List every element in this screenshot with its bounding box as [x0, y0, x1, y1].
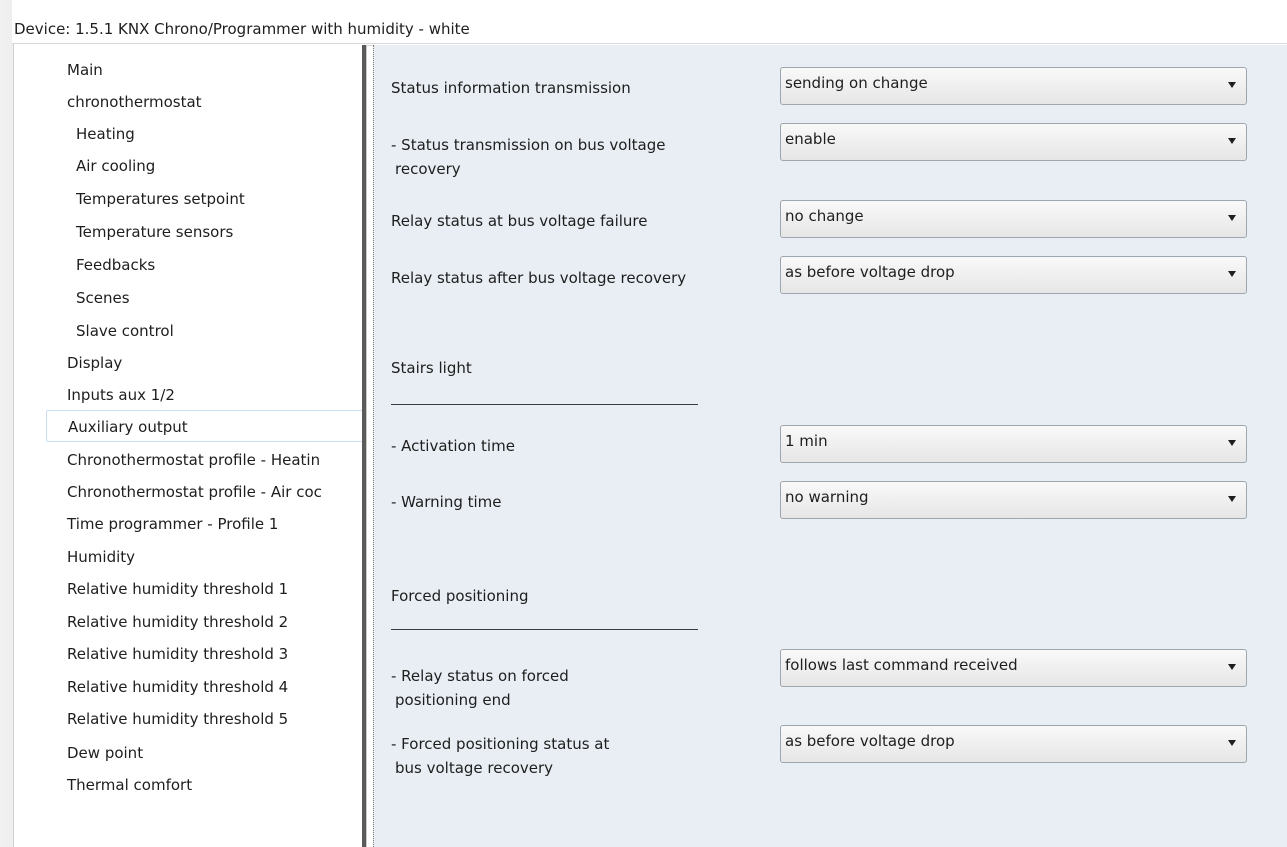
forced-recovery-dropdown[interactable]: as before voltage drop [780, 725, 1247, 763]
section-divider [391, 404, 698, 405]
dropdown-value: follows last command received [785, 656, 1018, 674]
parameter-tree: Main chronothermostat Heating Air coolin… [14, 45, 362, 847]
dropdown-value: as before voltage drop [785, 732, 955, 750]
parameter-panel: Status information transmission sending … [373, 45, 1287, 847]
tree-item-auxiliary-output[interactable]: Auxiliary output [46, 410, 362, 442]
tree-item-chrono-profile-air-cooling[interactable]: Chronothermostat profile - Air coc [14, 476, 322, 508]
param-label-relay-recovery: Relay status after bus voltage recovery [391, 269, 687, 287]
param-label-status-recovery: - Status transmission on bus voltage rec… [391, 133, 751, 181]
tree-item-slave-control[interactable]: Slave control [14, 315, 174, 347]
title-bar: Device: 1.5.1 KNX Chrono/Programmer with… [12, 0, 1287, 44]
dropdown-arrow-icon [1228, 440, 1236, 446]
tree-item-temperatures-setpoint[interactable]: Temperatures setpoint [14, 183, 245, 215]
param-label-forced-recovery: - Forced positioning status at bus volta… [391, 732, 751, 780]
relay-recovery-dropdown[interactable]: as before voltage drop [780, 256, 1247, 294]
dropdown-value: 1 min [785, 432, 828, 450]
dropdown-value: no change [785, 207, 864, 225]
tree-item-rh-threshold-3[interactable]: Relative humidity threshold 3 [14, 638, 288, 670]
tree-item-rh-threshold-2[interactable]: Relative humidity threshold 2 [14, 606, 288, 638]
tree-item-heating[interactable]: Heating [14, 118, 135, 150]
param-label-forced-end: - Relay status on forced positioning end [391, 664, 751, 712]
status-recovery-dropdown[interactable]: enable [780, 123, 1247, 161]
tree-item-chrono-profile-heating[interactable]: Chronothermostat profile - Heatin [14, 444, 320, 476]
param-label-activation-time: - Activation time [391, 437, 515, 455]
dropdown-arrow-icon [1228, 138, 1236, 144]
forced-end-dropdown[interactable]: follows last command received [780, 649, 1247, 687]
tree-item-main[interactable]: Main [14, 54, 103, 86]
dropdown-arrow-icon [1228, 740, 1236, 746]
warning-time-dropdown[interactable]: no warning [780, 481, 1247, 519]
tree-item-inputs-aux[interactable]: Inputs aux 1/2 [14, 379, 175, 411]
tree-item-chronothermostat[interactable]: chronothermostat [14, 86, 202, 118]
param-label-line-1: - Status transmission on bus voltage [391, 136, 666, 154]
param-label-line-2: recovery [395, 160, 461, 178]
window-title: Device: 1.5.1 KNX Chrono/Programmer with… [14, 20, 470, 38]
tree-item-temperature-sensors[interactable]: Temperature sensors [14, 216, 233, 248]
app-window: Device: 1.5.1 KNX Chrono/Programmer with… [0, 0, 1287, 847]
param-label-warning-time: - Warning time [391, 493, 502, 511]
window-left-edge [6, 0, 14, 847]
param-label-line-2: bus voltage recovery [395, 759, 554, 777]
relay-failure-dropdown[interactable]: no change [780, 200, 1247, 238]
section-title-stairs-light: Stairs light [391, 359, 472, 377]
section-title-forced-positioning: Forced positioning [391, 587, 529, 605]
param-label-line-1: - Relay status on forced [391, 667, 569, 685]
section-divider [391, 629, 698, 630]
activation-time-dropdown[interactable]: 1 min [780, 425, 1247, 463]
dropdown-arrow-icon [1228, 271, 1236, 277]
dropdown-value: sending on change [785, 74, 928, 92]
dropdown-value: no warning [785, 488, 869, 506]
dropdown-value: enable [785, 130, 836, 148]
tree-item-display[interactable]: Display [14, 347, 122, 379]
tree-item-dew-point[interactable]: Dew point [14, 737, 143, 769]
dropdown-arrow-icon [1228, 215, 1236, 221]
dropdown-value: as before voltage drop [785, 263, 955, 281]
tree-item-feedbacks[interactable]: Feedbacks [14, 249, 155, 281]
tree-item-thermal-comfort[interactable]: Thermal comfort [14, 769, 192, 801]
dropdown-arrow-icon [1228, 82, 1236, 88]
tree-item-humidity[interactable]: Humidity [14, 541, 135, 573]
dropdown-arrow-icon [1228, 496, 1236, 502]
status-information-dropdown[interactable]: sending on change [780, 67, 1247, 105]
dropdown-arrow-icon [1228, 664, 1236, 670]
param-label-line-2: positioning end [395, 691, 511, 709]
tree-item-rh-threshold-5[interactable]: Relative humidity threshold 5 [14, 703, 288, 735]
tree-item-time-programmer-profile-1[interactable]: Time programmer - Profile 1 [14, 508, 278, 540]
tree-item-scenes[interactable]: Scenes [14, 282, 130, 314]
tree-item-rh-threshold-1[interactable]: Relative humidity threshold 1 [14, 573, 288, 605]
param-label-status-information: Status information transmission [391, 79, 631, 97]
pane-splitter-edge [366, 45, 367, 847]
tree-item-rh-threshold-4[interactable]: Relative humidity threshold 4 [14, 671, 288, 703]
param-label-line-1: - Forced positioning status at [391, 735, 610, 753]
tree-item-air-cooling[interactable]: Air cooling [14, 150, 155, 182]
param-label-relay-failure: Relay status at bus voltage failure [391, 212, 648, 230]
